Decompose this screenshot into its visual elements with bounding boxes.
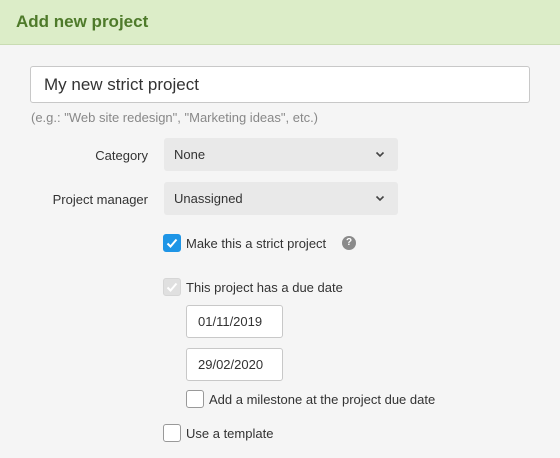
project-manager-label: Project manager: [52, 192, 148, 207]
due-date-input[interactable]: [186, 348, 283, 381]
category-selected-value: None: [174, 147, 206, 162]
due-date-checkbox: [163, 278, 181, 296]
milestone-checkbox[interactable]: [186, 390, 204, 408]
category-label: Category: [95, 148, 148, 163]
template-label[interactable]: Use a template: [186, 426, 273, 441]
category-select[interactable]: None: [164, 138, 398, 171]
dialog-header: Add new project: [0, 0, 560, 45]
template-checkbox[interactable]: [163, 424, 181, 442]
chevron-down-icon: [375, 151, 385, 158]
dialog-title: Add new project: [16, 12, 149, 31]
project-manager-select[interactable]: Unassigned: [164, 182, 398, 215]
strict-project-label[interactable]: Make this a strict project: [186, 236, 326, 251]
question-circle-icon[interactable]: ?: [342, 236, 356, 250]
project-manager-selected-value: Unassigned: [174, 191, 243, 206]
checkmark-icon: [166, 282, 178, 292]
due-date-label: This project has a due date: [186, 280, 343, 295]
project-name-input[interactable]: [30, 66, 530, 103]
chevron-down-icon: [375, 195, 385, 202]
checkmark-icon: [166, 238, 178, 248]
project-name-hint: (e.g.: "Web site redesign", "Marketing i…: [31, 110, 319, 125]
strict-project-checkbox[interactable]: [163, 234, 181, 252]
milestone-label[interactable]: Add a milestone at the project due date: [209, 392, 435, 407]
start-date-input[interactable]: [186, 305, 283, 338]
